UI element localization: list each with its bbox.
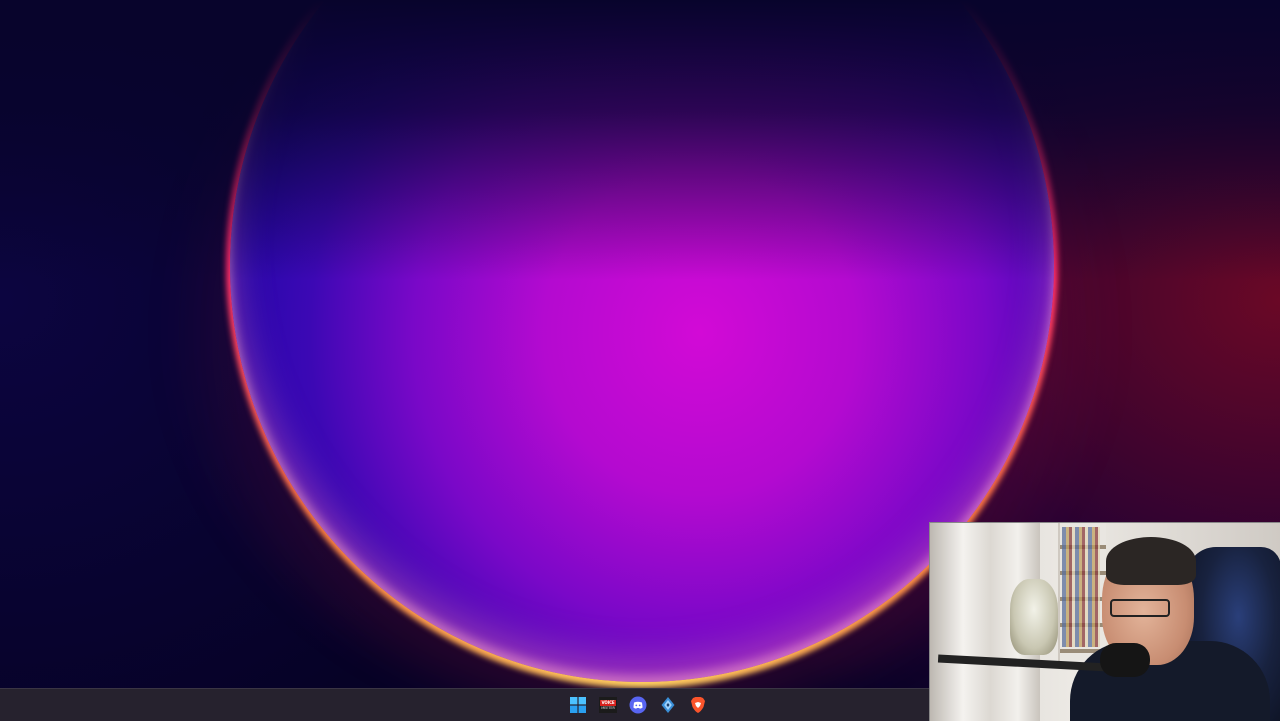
app-button[interactable] <box>656 693 680 717</box>
webcam-overlay <box>929 522 1280 721</box>
webcam-microphone <box>1100 643 1150 677</box>
webcam-person-glasses <box>1110 599 1170 617</box>
brave-lion-icon <box>691 697 705 713</box>
start-button[interactable] <box>566 693 590 717</box>
voicemeeter-button[interactable]: VOICE MEETER <box>596 693 620 717</box>
voicemeeter-icon: VOICE MEETER <box>599 697 617 713</box>
discord-button[interactable] <box>626 693 650 717</box>
voicemeeter-label-bottom: MEETER <box>601 705 615 710</box>
discord-icon <box>629 696 647 714</box>
windows-start-icon <box>570 697 586 713</box>
diamond-app-icon <box>661 697 675 713</box>
wallpaper-shadow <box>0 0 1280 280</box>
webcam-plush-toy <box>1010 579 1058 655</box>
taskbar-pinned-apps: VOICE MEETER <box>566 693 710 717</box>
webcam-books <box>1062 527 1100 647</box>
webcam-person-hair <box>1106 537 1196 585</box>
brave-browser-button[interactable] <box>686 693 710 717</box>
